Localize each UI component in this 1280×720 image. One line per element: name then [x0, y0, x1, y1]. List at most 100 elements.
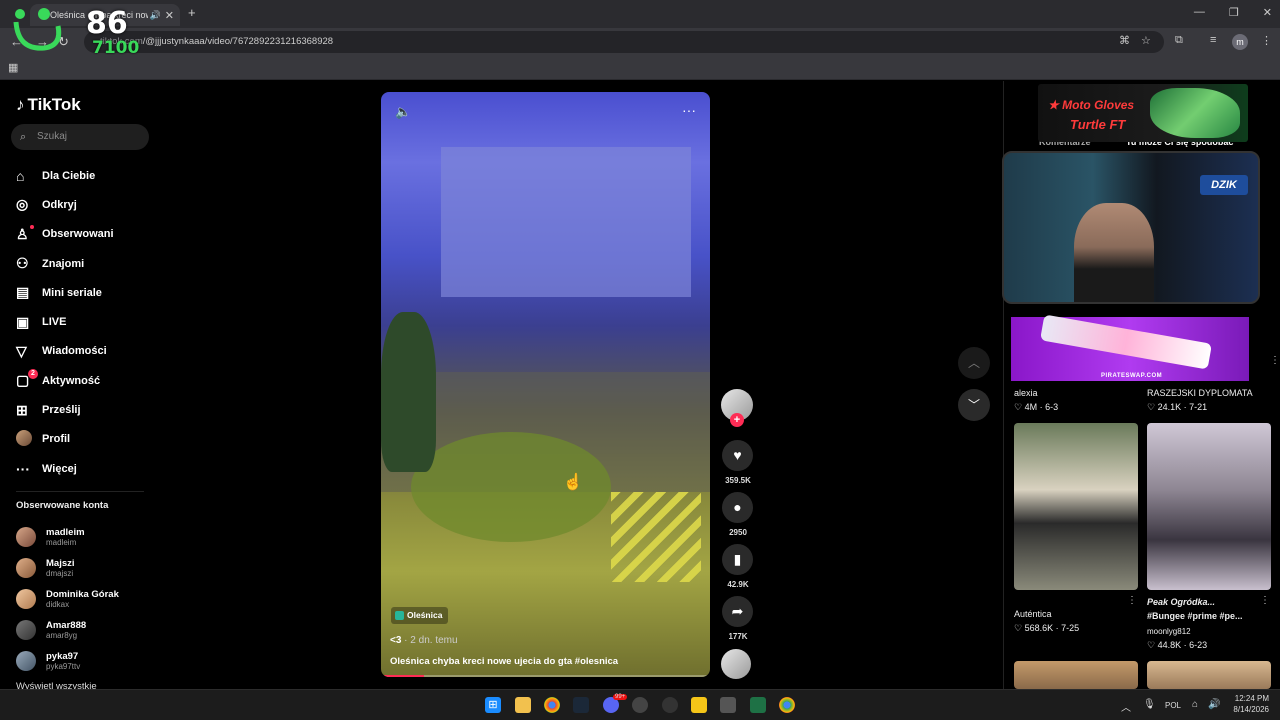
previous-video-button[interactable]: ︿ — [958, 347, 990, 379]
nav-label: Prześlij — [42, 404, 81, 417]
chrome-profile-icon[interactable] — [779, 697, 795, 713]
speaker-icon[interactable]: 🔊 — [150, 10, 161, 21]
nav-item-more[interactable]: ··· Więcej — [16, 454, 114, 483]
stream-score-overlay: 86 7100 — [6, 2, 140, 58]
video-thumbnail[interactable] — [1147, 423, 1271, 590]
sound-icon[interactable]: 🔈 — [395, 104, 411, 120]
live-icon: ▣ — [16, 313, 30, 330]
following-account[interactable]: Dominika Górak didkax — [16, 583, 119, 614]
nav-item-for-you[interactable]: ⌂ Dla Ciebie — [16, 161, 114, 190]
compass-icon: ◎ — [16, 196, 29, 213]
video-scene-building — [441, 147, 691, 297]
chrome-icon[interactable] — [544, 697, 560, 713]
following-account[interactable]: Amar888 amar8yg — [16, 614, 119, 645]
language-indicator[interactable]: POL — [1165, 701, 1181, 710]
video-thumbnail[interactable] — [1014, 423, 1138, 590]
clock-date[interactable]: 8/14/2026 — [1229, 705, 1269, 714]
nav-item-live[interactable]: ▣ LIVE — [16, 307, 114, 336]
maximize-icon[interactable]: ❐ — [1229, 6, 1239, 19]
score-value: 86 — [86, 6, 128, 41]
volume-icon[interactable]: 🔊 — [1208, 699, 1220, 710]
new-tab-icon[interactable]: + — [188, 5, 196, 20]
bookmark-star-icon[interactable]: ☆ — [1141, 34, 1151, 47]
media-control-icon[interactable]: ≡ — [1210, 34, 1216, 46]
music-disc-avatar[interactable] — [721, 649, 751, 679]
notification-dot — [30, 224, 34, 229]
video-thumbnail[interactable] — [1014, 661, 1138, 689]
nav-item-explore[interactable]: ◎ Odkryj — [16, 190, 114, 219]
nav-item-mini-series[interactable]: ▤ Mini seriale — [16, 278, 114, 307]
excel-icon[interactable] — [750, 697, 766, 713]
location-tag[interactable]: Oleśnica — [391, 607, 449, 624]
more-options-icon[interactable]: ··· — [682, 102, 696, 118]
nav-label: Wiadomości — [42, 345, 107, 358]
file-explorer-icon[interactable] — [515, 697, 531, 713]
search-input[interactable]: ⌕ Szukaj — [11, 124, 149, 150]
network-icon[interactable]: ⌂ — [1192, 699, 1198, 710]
nav-label: Więcej — [42, 462, 77, 475]
next-video-button[interactable]: ﹀ — [958, 389, 990, 421]
close-window-icon[interactable]: ✕ — [1263, 6, 1272, 19]
translate-icon[interactable]: ⌘ — [1119, 34, 1130, 47]
account-name: madleim — [46, 526, 85, 538]
windows-start-icon[interactable]: ⊞ — [485, 697, 501, 713]
streamer-figure — [1074, 203, 1154, 302]
close-tab-icon[interactable]: ✕ — [165, 9, 174, 22]
dzik-logo: DZIK — [1200, 175, 1248, 195]
minimize-icon[interactable]: — — [1194, 6, 1205, 19]
following-accounts-header: Obserwowane konta — [16, 500, 109, 511]
apps-grid-icon[interactable]: ▦ — [8, 61, 18, 74]
film-icon: ▤ — [16, 284, 30, 301]
item-date: 6-23 — [1189, 640, 1208, 650]
nav-label: Mini seriale — [42, 286, 102, 299]
comment-count: 2950 — [729, 528, 747, 537]
item-date: 7-21 — [1189, 402, 1208, 412]
follow-plus-icon[interactable]: + — [730, 413, 744, 427]
like-button[interactable]: ♥ — [722, 440, 753, 471]
weapon-skin-image — [1040, 314, 1212, 370]
nav-item-upload[interactable]: ⊞ Prześlij — [16, 395, 114, 424]
account-name: Majszi — [46, 557, 75, 569]
video-progress-bar[interactable] — [381, 675, 710, 677]
avatar — [16, 650, 36, 671]
extensions-icon[interactable]: ⧉ — [1175, 34, 1183, 47]
item-menu-icon[interactable]: ⋮ — [1270, 355, 1280, 366]
following-account[interactable]: Majszi dmajszi — [16, 552, 119, 583]
microphone-icon[interactable]: 🎙 — [1143, 699, 1156, 710]
browser-profile-avatar[interactable]: m — [1232, 34, 1248, 50]
browser-menu-icon[interactable]: ⋮ — [1261, 34, 1272, 47]
clock-time[interactable]: 12:24 PM — [1229, 694, 1269, 703]
app-icon[interactable] — [662, 697, 678, 713]
video-scene-crosswalk — [611, 492, 701, 582]
following-account[interactable]: pyka97 pyka97ttv — [16, 645, 119, 676]
app-sun-icon[interactable] — [691, 697, 707, 713]
video-author[interactable]: <3 · 2 dn. temu — [390, 635, 458, 646]
creator-avatar[interactable]: + — [721, 389, 753, 427]
steam-icon[interactable] — [573, 697, 589, 713]
save-button[interactable]: ▮ — [722, 544, 753, 575]
sponsor-line-1: ★ Moto Gloves — [1048, 98, 1135, 112]
item-menu-icon[interactable]: ⋮ — [1260, 595, 1270, 606]
score-target: 7100 — [92, 38, 140, 58]
home-icon: ⌂ — [16, 167, 25, 184]
tray-chevron-icon[interactable]: ︿ — [1121, 699, 1131, 714]
obs-icon[interactable] — [632, 697, 648, 713]
item-stats: ♡ 4M · 6-3 — [1014, 402, 1059, 412]
search-placeholder: Szukaj — [37, 131, 68, 142]
video-player[interactable]: 🔈 ··· Oleśnica <3 · 2 dn. temu Oleśnica … — [381, 92, 710, 677]
screen: Oleśnica chyba kreci nowe... 🔊 ✕ + — ❐ ✕… — [0, 0, 1280, 720]
nav-item-messages[interactable]: ▽ Wiadomości — [16, 337, 114, 366]
nav-item-activity[interactable]: ▢ 2 Aktywność — [16, 366, 114, 395]
nav-item-friends[interactable]: ⚇ Znajomi — [16, 249, 114, 278]
nav-item-following[interactable]: ♙ Obserwowani — [16, 220, 114, 249]
address-bar[interactable]: tiktok.com/@jjjustynkaaa/video/767289223… — [84, 31, 1164, 53]
share-button[interactable]: ➦ — [722, 596, 753, 627]
tiktok-logo[interactable]: ♪ TikTok — [16, 95, 81, 115]
item-menu-icon[interactable]: ⋮ — [1127, 595, 1137, 606]
item-date: 6-3 — [1045, 402, 1059, 412]
comment-button[interactable]: ● — [722, 492, 753, 523]
app-icon[interactable] — [720, 697, 736, 713]
video-thumbnail[interactable] — [1147, 661, 1271, 689]
following-account[interactable]: madleim madleim — [16, 521, 119, 552]
nav-item-profile[interactable]: Profil — [16, 425, 114, 454]
